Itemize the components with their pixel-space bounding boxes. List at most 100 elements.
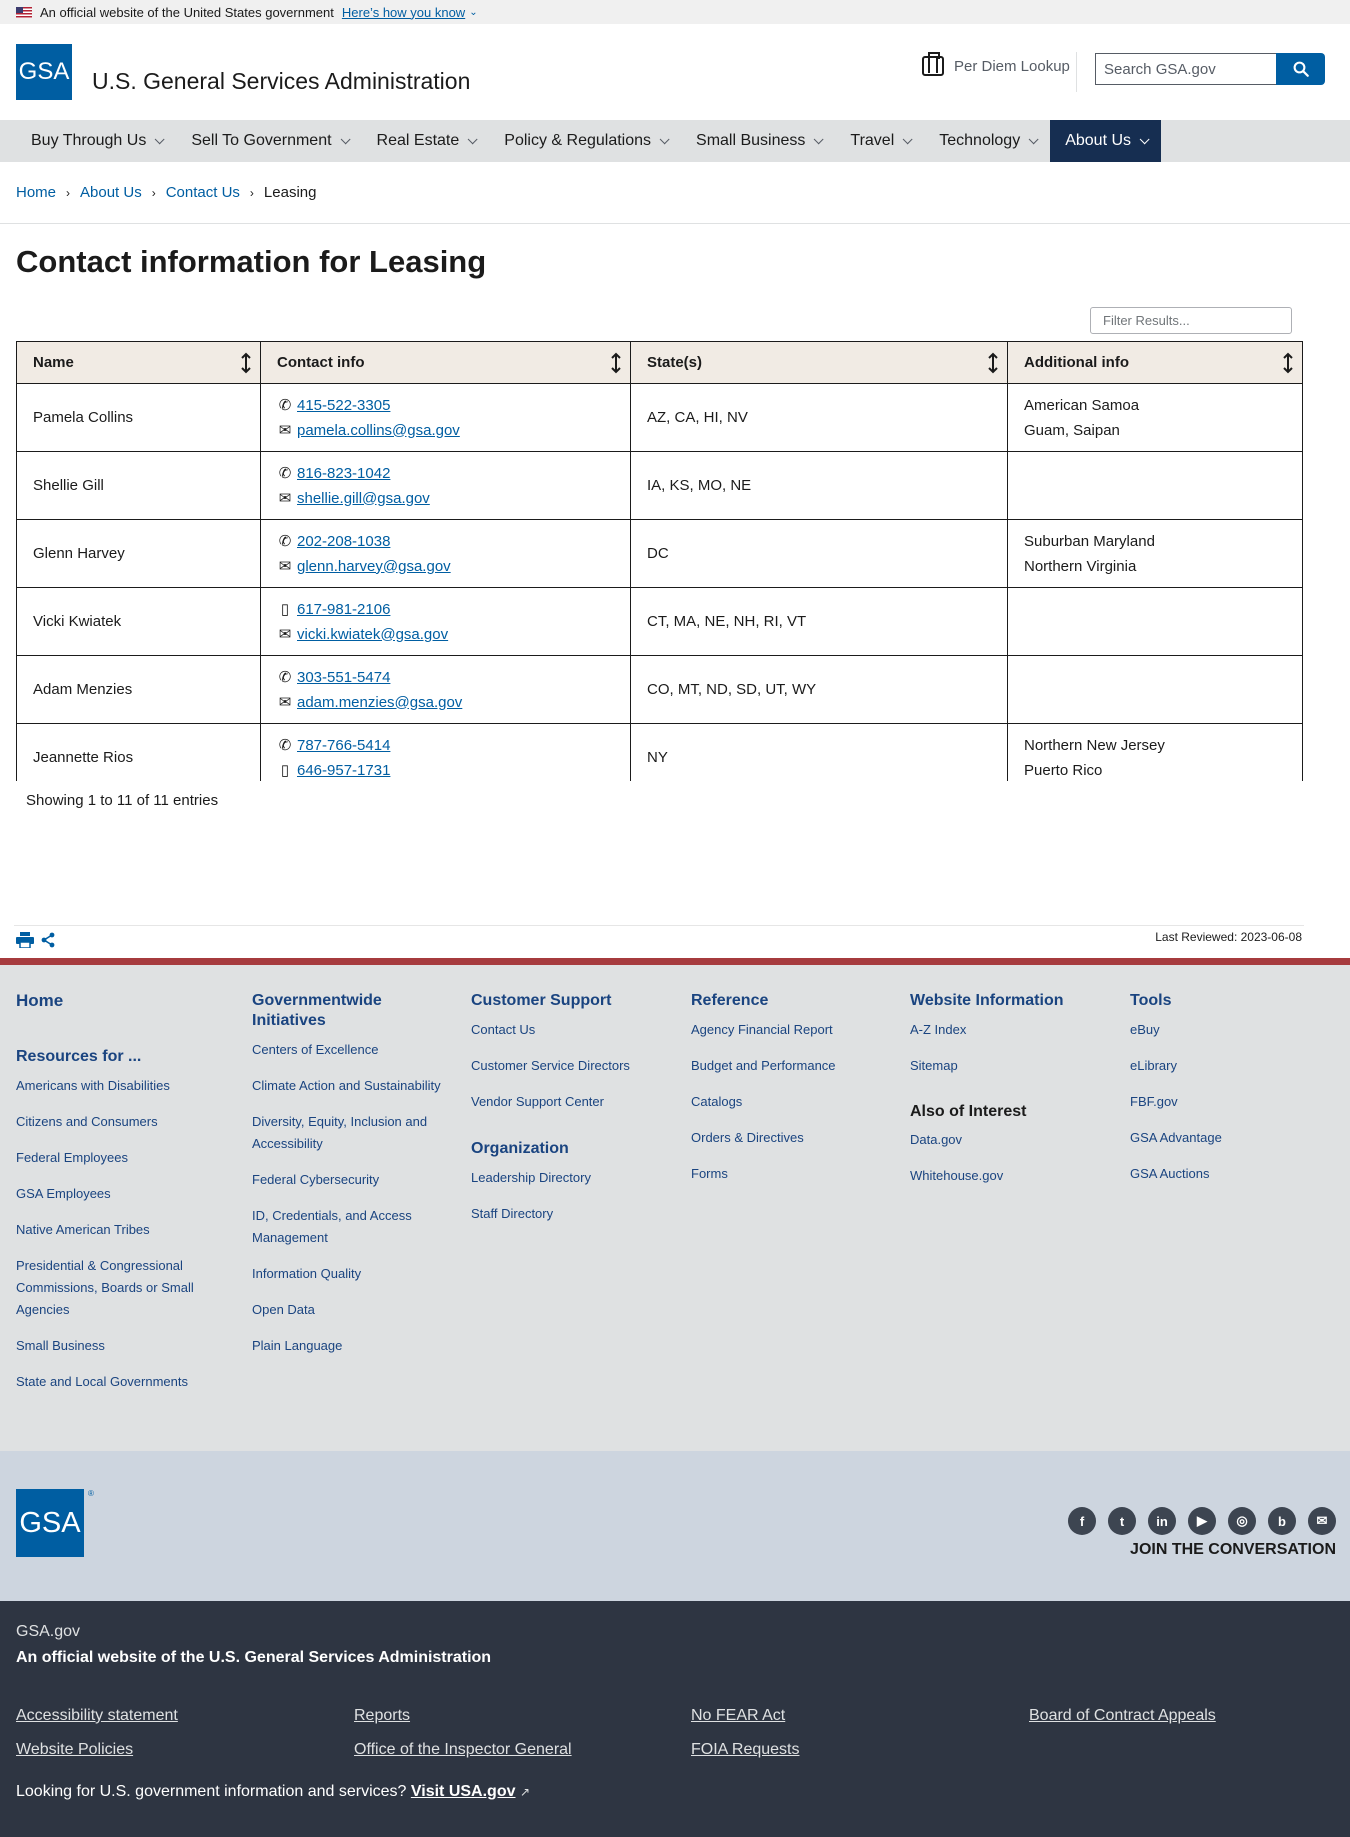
sort-icon[interactable] bbox=[610, 352, 622, 374]
footer-list-item: A-Z Index bbox=[910, 1019, 1110, 1041]
column-header[interactable]: State(s) bbox=[630, 341, 1008, 384]
column-header[interactable]: Name bbox=[16, 341, 261, 384]
footer-link[interactable]: Small Business bbox=[16, 1335, 206, 1357]
footer-link[interactable]: ID, Credentials, and Access Management bbox=[252, 1205, 442, 1249]
footer-link[interactable]: Americans with Disabilities bbox=[16, 1075, 206, 1097]
footer-link[interactable]: Budget and Performance bbox=[691, 1055, 891, 1077]
sort-icon[interactable] bbox=[240, 352, 252, 374]
footer-list-item: Orders & Directives bbox=[691, 1127, 891, 1149]
footer-link[interactable]: Information Quality bbox=[252, 1263, 442, 1285]
email-icon[interactable]: ✉ bbox=[1308, 1507, 1336, 1535]
footer-link[interactable]: State and Local Governments bbox=[16, 1371, 206, 1393]
nav-item-technology[interactable]: Technology bbox=[924, 120, 1050, 162]
sort-icon[interactable] bbox=[1282, 352, 1294, 374]
breadcrumb-link[interactable]: Contact Us bbox=[166, 184, 240, 201]
youtube-icon[interactable]: ▶ bbox=[1188, 1507, 1216, 1535]
footer-link[interactable]: Plain Language bbox=[252, 1335, 442, 1357]
footer-link[interactable]: Staff Directory bbox=[471, 1203, 671, 1225]
footer-link[interactable]: Whitehouse.gov bbox=[910, 1165, 1110, 1187]
phone-link[interactable]: 415-522-3305 bbox=[297, 393, 390, 418]
identifier-link[interactable]: Office of the Inspector General bbox=[354, 1741, 572, 1759]
footer-link[interactable]: eLibrary bbox=[1130, 1055, 1330, 1077]
footer-gsa-logo[interactable]: GSA bbox=[16, 1489, 84, 1557]
per-diem-lookup-link[interactable]: Per Diem Lookup bbox=[922, 52, 1070, 76]
instagram-icon[interactable]: ◎ bbox=[1228, 1507, 1256, 1535]
search-input[interactable] bbox=[1095, 53, 1276, 85]
email-link[interactable]: vicki.kwiatek@gsa.gov bbox=[297, 622, 448, 647]
search-button[interactable] bbox=[1276, 53, 1325, 85]
identifier-link[interactable]: FOIA Requests bbox=[691, 1741, 800, 1759]
email-link[interactable]: pamela.collins@gsa.gov bbox=[297, 418, 460, 443]
facebook-icon[interactable]: f bbox=[1068, 1507, 1096, 1535]
footer-link[interactable]: Citizens and Consumers bbox=[16, 1111, 206, 1133]
footer-link[interactable]: Agency Financial Report bbox=[691, 1019, 891, 1041]
column-header[interactable]: Additional info bbox=[1007, 341, 1303, 384]
share-icon[interactable] bbox=[40, 932, 56, 948]
email-link[interactable]: shellie.gill@gsa.gov bbox=[297, 486, 430, 511]
phone-link[interactable]: 303-551-5474 bbox=[297, 665, 390, 690]
footer-link[interactable]: GSA Auctions bbox=[1130, 1163, 1330, 1185]
site-title[interactable]: U.S. General Services Administration bbox=[92, 68, 470, 95]
phone-link[interactable]: 617-981-2106 bbox=[297, 597, 390, 622]
phone-link[interactable]: 787-766-5414 bbox=[297, 733, 390, 758]
print-icon[interactable] bbox=[16, 932, 34, 948]
nav-item-about-us[interactable]: About Us bbox=[1050, 120, 1162, 162]
luggage-icon bbox=[922, 52, 944, 76]
footer-link[interactable]: Federal Cybersecurity bbox=[252, 1169, 442, 1191]
sort-icon[interactable] bbox=[987, 352, 999, 374]
footer-link[interactable]: Vendor Support Center bbox=[471, 1091, 671, 1113]
additional-info-cell bbox=[1007, 451, 1303, 520]
footer-link[interactable]: GSA Advantage bbox=[1130, 1127, 1330, 1149]
twitter-icon[interactable]: t bbox=[1108, 1507, 1136, 1535]
column-header[interactable]: Contact info bbox=[260, 341, 631, 384]
identifier-link[interactable]: No FEAR Act bbox=[691, 1707, 785, 1725]
identifier-link[interactable]: Board of Contract Appeals bbox=[1029, 1707, 1216, 1725]
footer-link[interactable]: Orders & Directives bbox=[691, 1127, 891, 1149]
identifier-link[interactable]: Website Policies bbox=[16, 1741, 133, 1759]
linkedin-icon[interactable]: in bbox=[1148, 1507, 1176, 1535]
email-link[interactable]: glenn.harvey@gsa.gov bbox=[297, 554, 451, 579]
contact-name: Jeannette Rios bbox=[16, 723, 261, 781]
visit-usa-gov-link[interactable]: Visit USA.gov bbox=[411, 1783, 516, 1800]
nav-item-policy-regulations[interactable]: Policy & Regulations bbox=[489, 120, 681, 162]
breadcrumb-link[interactable]: Home bbox=[16, 184, 56, 201]
footer-link[interactable]: Data.gov bbox=[910, 1129, 1110, 1151]
nav-item-buy-through-us[interactable]: Buy Through Us bbox=[16, 120, 176, 162]
footer-link[interactable]: Diversity, Equity, Inclusion and Accessi… bbox=[252, 1111, 442, 1155]
nav-item-travel[interactable]: Travel bbox=[835, 120, 924, 162]
footer-link[interactable]: Sitemap bbox=[910, 1055, 1110, 1077]
footer-link[interactable]: A-Z Index bbox=[910, 1019, 1110, 1041]
footer-link[interactable]: eBuy bbox=[1130, 1019, 1330, 1041]
phone-link[interactable]: 202-208-1038 bbox=[297, 529, 390, 554]
footer-link[interactable]: FBF.gov bbox=[1130, 1091, 1330, 1113]
external-link-icon: ↗ bbox=[519, 1785, 531, 1799]
identifier-link[interactable]: Accessibility statement bbox=[16, 1707, 178, 1725]
gsa-logo[interactable]: GSA bbox=[16, 44, 72, 100]
phone-link[interactable]: 816-823-1042 bbox=[297, 461, 390, 486]
footer-link[interactable]: Native American Tribes bbox=[16, 1219, 206, 1241]
nav-item-small-business[interactable]: Small Business bbox=[681, 120, 835, 162]
footer-link[interactable]: Leadership Directory bbox=[471, 1167, 671, 1189]
footer-home-link[interactable]: Home bbox=[16, 991, 206, 1011]
footer-link[interactable]: Customer Service Directors bbox=[471, 1055, 671, 1077]
identifier-link[interactable]: Reports bbox=[354, 1707, 410, 1725]
footer-link[interactable]: Climate Action and Sustainability bbox=[252, 1075, 442, 1097]
footer-link[interactable]: Centers of Excellence bbox=[252, 1039, 442, 1061]
blog-icon[interactable]: b bbox=[1268, 1507, 1296, 1535]
footer-list-item: Leadership Directory bbox=[471, 1167, 671, 1189]
filter-results-input[interactable] bbox=[1090, 307, 1292, 334]
nav-item-sell-to-government[interactable]: Sell To Government bbox=[176, 120, 361, 162]
footer-link[interactable]: Federal Employees bbox=[16, 1147, 206, 1169]
footer-link[interactable]: Open Data bbox=[252, 1299, 442, 1321]
footer-link[interactable]: GSA Employees bbox=[16, 1183, 206, 1205]
footer-link[interactable]: Catalogs bbox=[691, 1091, 891, 1113]
phone-link[interactable]: 646-957-1731 bbox=[297, 758, 390, 782]
nav-item-real-estate[interactable]: Real Estate bbox=[362, 120, 490, 162]
footer-link[interactable]: Forms bbox=[691, 1163, 891, 1185]
footer-link[interactable]: Contact Us bbox=[471, 1019, 671, 1041]
breadcrumb-link[interactable]: About Us bbox=[80, 184, 142, 201]
email-link[interactable]: adam.menzies@gsa.gov bbox=[297, 690, 462, 715]
last-reviewed: Last Reviewed: 2023-06-08 bbox=[1155, 930, 1302, 944]
heres-how-you-know-link[interactable]: Here’s how you know bbox=[342, 5, 465, 20]
footer-link[interactable]: Presidential & Congressional Commissions… bbox=[16, 1255, 206, 1321]
